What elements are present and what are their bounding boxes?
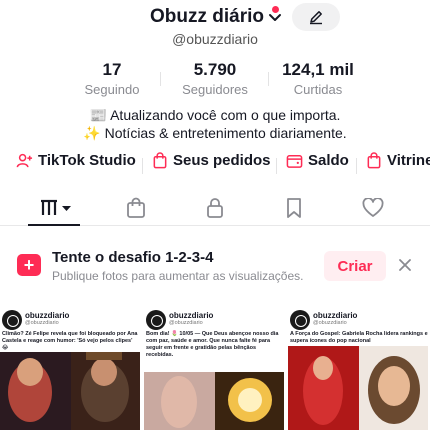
account-switcher[interactable]: Obuzz diário [150, 6, 282, 28]
edit-profile-button[interactable] [292, 3, 340, 31]
challenge-banner: + Tente o desafio 1-2-3-4 Publique fotos… [0, 244, 430, 288]
heart-icon [362, 198, 384, 217]
link-tiktok-studio-label: TikTok Studio [38, 152, 136, 169]
post-author: obuzzdiario [169, 311, 214, 320]
profile-quick-links: TikTok Studio Seus pedidos Saldo Vitrine [0, 152, 430, 180]
profile-tabs [0, 190, 430, 226]
divider [356, 158, 357, 174]
post-author: obuzzdiario [313, 311, 358, 320]
profile-handle: @obuzzdiario [172, 31, 258, 47]
post-text: Bom dia! 🌷 10/05 — Que Deus abençoe noss… [146, 331, 279, 358]
divider [142, 158, 143, 174]
stat-followers-label: Seguidores [182, 82, 248, 97]
stat-followers-value: 5.790 [193, 60, 237, 79]
banner-subtitle: Publique fotos para aumentar as visualiz… [52, 269, 304, 283]
videos-grid-icon [41, 199, 71, 215]
person-add-icon [16, 153, 33, 168]
stat-likes[interactable]: 124,1 mil Curtidas [278, 60, 358, 97]
profile-bio: 📰 Atualizando você com o que importa. ✨ … [0, 106, 430, 142]
shop-icon [367, 152, 381, 169]
post-handle: @obuzzdiario [313, 320, 347, 326]
link-tiktok-studio[interactable]: TikTok Studio [16, 152, 136, 169]
post-header: obuzzdiario @obuzzdiario [288, 310, 428, 332]
bio-line-1: 📰 Atualizando você com o que importa. [89, 107, 341, 123]
close-icon [399, 259, 411, 271]
notification-dot [272, 6, 279, 13]
bag-icon [153, 152, 167, 169]
tab-private[interactable] [195, 194, 235, 222]
post-thumbnail[interactable]: obuzzdiario @obuzzdiario Bom dia! 🌷 10/0… [144, 306, 286, 430]
tab-shop[interactable] [116, 194, 156, 222]
post-photo [288, 346, 428, 430]
wallet-icon [286, 154, 303, 168]
post-author: obuzzdiario [25, 311, 70, 320]
criar-button[interactable]: Criar [324, 251, 386, 281]
link-seus-pedidos[interactable]: Seus pedidos [152, 152, 271, 169]
posts-grid: obuzzdiario @obuzzdiario Climão? Zé Feli… [0, 306, 430, 430]
post-text: A Força do Gospel: Gabriela Rocha lidera… [290, 331, 428, 344]
banner-title: Tente o desafio 1-2-3-4 [52, 249, 214, 266]
plus-icon: + [17, 254, 41, 276]
bio-line-2: ✨ Notícias & entretenimento diariamente. [83, 125, 347, 141]
post-handle: @obuzzdiario [169, 320, 203, 326]
post-thumbnail[interactable]: obuzzdiario @obuzzdiario Climão? Zé Feli… [0, 306, 142, 430]
stat-following[interactable]: 17 Seguindo [72, 60, 152, 97]
stat-likes-label: Curtidas [293, 82, 343, 97]
stat-following-label: Seguindo [84, 82, 140, 97]
shop-bag-icon [127, 197, 145, 218]
post-photo [0, 352, 140, 430]
tab-saved[interactable] [274, 194, 314, 222]
tab-videos[interactable] [34, 194, 78, 222]
tab-liked[interactable] [353, 194, 393, 222]
bookmark-icon [287, 198, 301, 218]
stat-followers[interactable]: 5.790 Seguidores [172, 60, 258, 97]
profile-stats: 17 Seguindo 5.790 Seguidores 124,1 mil C… [0, 60, 430, 100]
lock-icon [207, 198, 223, 218]
divider [268, 72, 269, 86]
post-header: obuzzdiario @obuzzdiario [144, 310, 284, 332]
link-saldo[interactable]: Saldo [286, 152, 349, 169]
profile-header: Obuzz diário @obuzzdiario [0, 0, 430, 50]
link-vitrine[interactable]: Vitrine [366, 152, 430, 169]
post-thumbnail[interactable]: obuzzdiario @obuzzdiario A Força do Gosp… [288, 306, 430, 430]
tab-active-indicator [28, 224, 80, 226]
avatar [146, 310, 166, 330]
link-saldo-label: Saldo [308, 152, 349, 169]
pencil-icon [310, 11, 322, 25]
link-seus-pedidos-label: Seus pedidos [173, 152, 271, 169]
close-banner-button[interactable] [396, 256, 414, 274]
stat-likes-value: 124,1 mil [282, 60, 354, 79]
link-vitrine-label: Vitrine [387, 152, 430, 169]
stat-following-value: 17 [102, 60, 122, 79]
divider [276, 158, 277, 174]
avatar [290, 310, 310, 330]
avatar [2, 310, 22, 330]
post-handle: @obuzzdiario [25, 320, 59, 326]
profile-name[interactable]: Obuzz diário [150, 6, 264, 28]
post-header: obuzzdiario @obuzzdiario [0, 310, 140, 332]
post-text: Climão? Zé Felipe revela que foi bloquea… [2, 331, 138, 351]
post-photo [144, 372, 284, 430]
divider [160, 72, 161, 86]
